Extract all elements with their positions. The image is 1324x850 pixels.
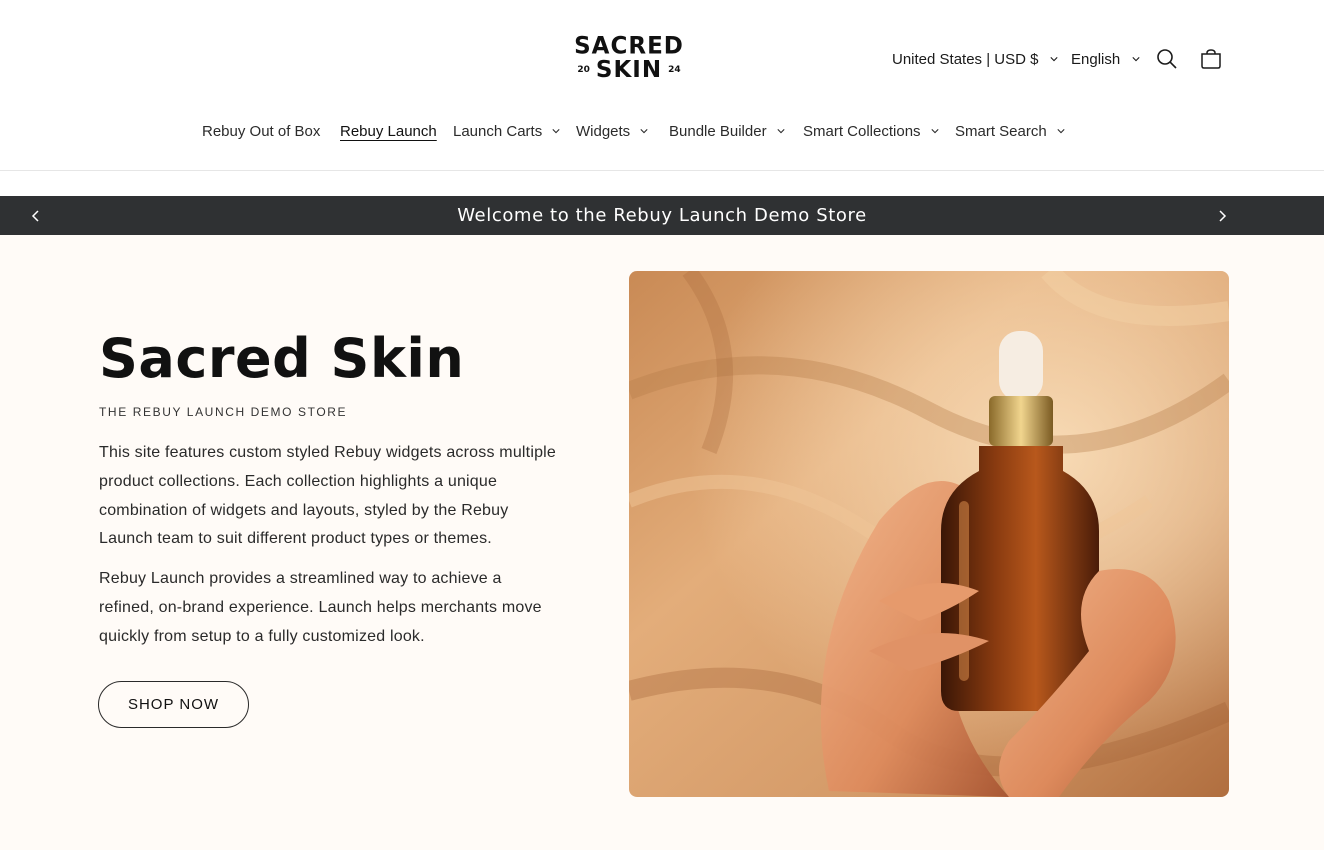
nav-item-label: Rebuy Launch [340,122,437,140]
chevron-down-icon [1057,129,1065,134]
site-header: SACRED 20 SKIN 24 United States | USD $ … [0,0,1324,171]
logo[interactable]: SACRED 20 SKIN 24 [572,32,686,84]
logo-line2-row: 20 SKIN 24 [572,58,686,82]
nav-item-label: Smart Collections [803,122,921,140]
language-selector[interactable]: English [1071,44,1140,74]
announcement-text: Welcome to the Rebuy Launch Demo Store [457,205,867,226]
nav-item-label: Rebuy Out of Box [202,122,321,140]
main-nav: Rebuy Out of Box Rebuy Launch Launch Car… [0,118,1324,144]
chevron-down-icon [930,129,939,134]
logo-line2: SKIN [595,57,663,83]
country-selector[interactable]: United States | USD $ [892,44,1059,74]
nav-item-label: Widgets [576,122,631,140]
logo-line1: SACRED [574,32,684,60]
chevron-down-icon [1132,57,1140,62]
hero-paragraph-1: This site features custom styled Rebuy w… [99,444,557,548]
nav-item-rebuy-launch[interactable]: Rebuy Launch [340,118,437,144]
logo-year-right: 24 [668,65,681,75]
nav-item-label: Bundle Builder [669,122,767,140]
country-selector-label: United States | USD $ [892,50,1039,68]
announcement-bar: Welcome to the Rebuy Launch Demo Store [0,196,1324,235]
nav-item-smart-search[interactable]: Smart Search [955,118,1065,144]
cart-icon[interactable] [1197,45,1225,73]
hero-image [629,271,1229,797]
chevron-down-icon [1050,57,1059,62]
chevron-down-icon [776,129,785,134]
logo-year-left: 20 [577,65,590,75]
nav-item-launch-carts[interactable]: Launch Carts [453,118,560,144]
nav-item-label: Launch Carts [453,122,543,140]
language-selector-label: English [1071,50,1121,68]
chevron-right-icon[interactable] [1210,204,1234,228]
nav-item-bundle-builder[interactable]: Bundle Builder [669,118,785,144]
search-icon[interactable] [1153,45,1181,73]
chevron-down-icon [552,129,560,134]
chevron-down-icon [640,129,648,134]
nav-item-widgets[interactable]: Widgets [576,118,648,144]
hero-paragraph-2: Rebuy Launch provides a streamlined way … [99,570,542,645]
nav-item-label: Smart Search [955,122,1047,140]
nav-item-smart-collections[interactable]: Smart Collections [803,118,939,144]
hero-title: Sacred Skin [99,327,465,390]
shop-now-button[interactable]: SHOP NOW [98,681,249,728]
hero-subtitle: THE REBUY LAUNCH DEMO STORE [99,405,348,419]
nav-item-rebuy-out-of-box[interactable]: Rebuy Out of Box [202,118,320,144]
hero-section: Sacred Skin THE REBUY LAUNCH DEMO STORE … [0,235,1324,850]
